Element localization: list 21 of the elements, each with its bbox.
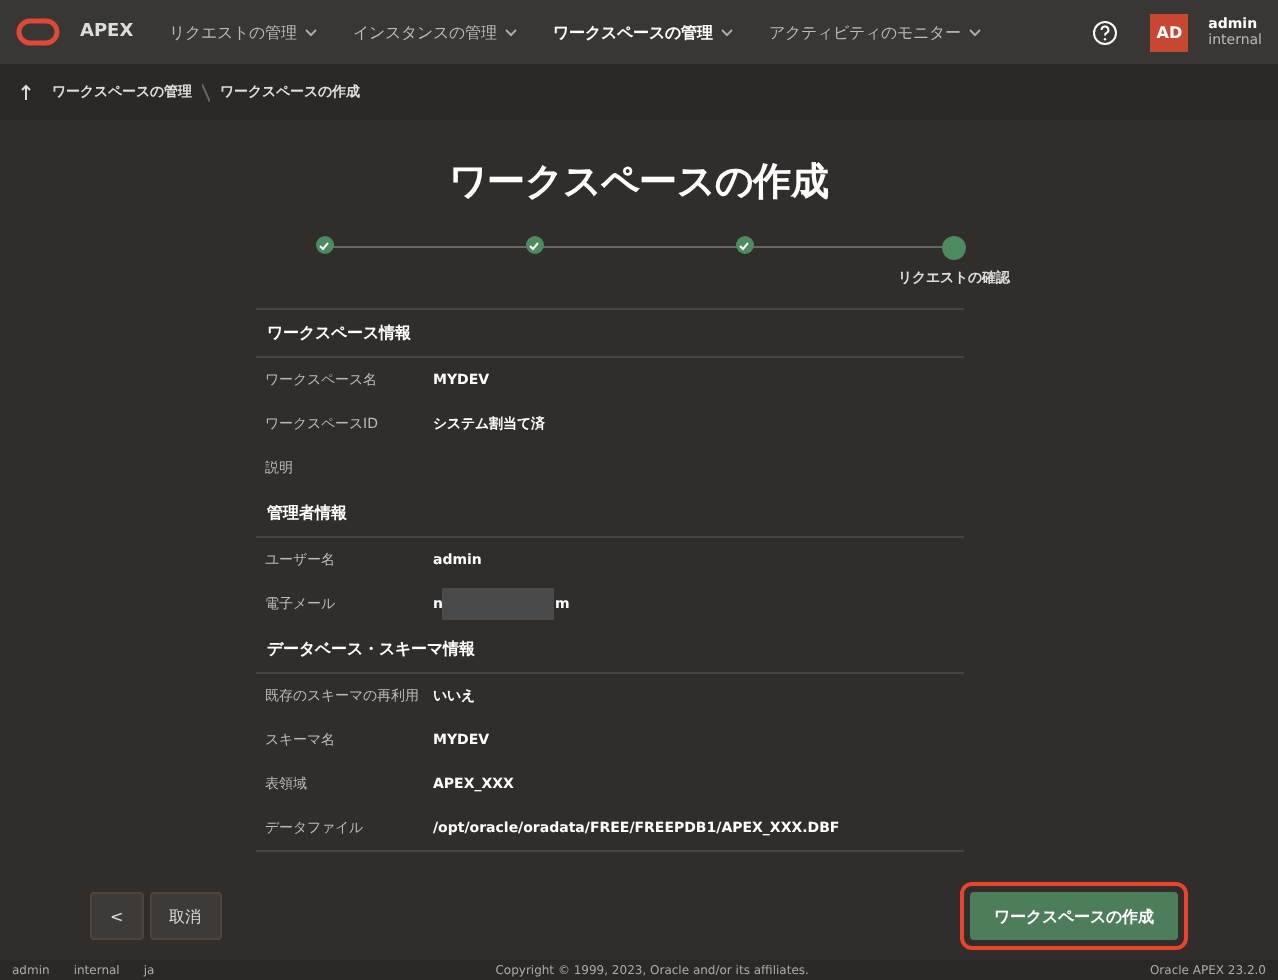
nav-menu[interactable]: アクティビティのモニター [769, 21, 982, 43]
chevron-down-icon [503, 27, 518, 37]
nav-menu[interactable]: リクエストの管理 [169, 21, 318, 43]
chevron-down-icon [967, 27, 982, 37]
separator-icon [202, 83, 210, 101]
section-heading: ワークスペース情報 [255, 310, 963, 358]
section-heading: データベース・スキーマ情報 [255, 626, 963, 674]
chevron-down-icon [303, 27, 318, 37]
cancel-button[interactable]: 取消 [149, 892, 222, 941]
app-name[interactable]: APEX [80, 22, 134, 42]
back-button[interactable]: < [90, 892, 144, 941]
section-heading: 管理者情報 [255, 490, 963, 538]
help-icon[interactable] [1092, 19, 1119, 45]
page-title: ワークスペースの作成 [449, 158, 829, 208]
nav-menu[interactable]: ワークスペースの管理 [553, 21, 734, 43]
create-workspace-button[interactable]: ワークスペースの作成 [970, 892, 1178, 941]
chevron-down-icon [719, 27, 734, 37]
logo-icon[interactable] [16, 18, 60, 46]
up-arrow-icon[interactable] [20, 84, 32, 100]
nav-menu[interactable]: インスタンスの管理 [353, 21, 518, 43]
user-avatar[interactable]: AD [1150, 13, 1189, 51]
